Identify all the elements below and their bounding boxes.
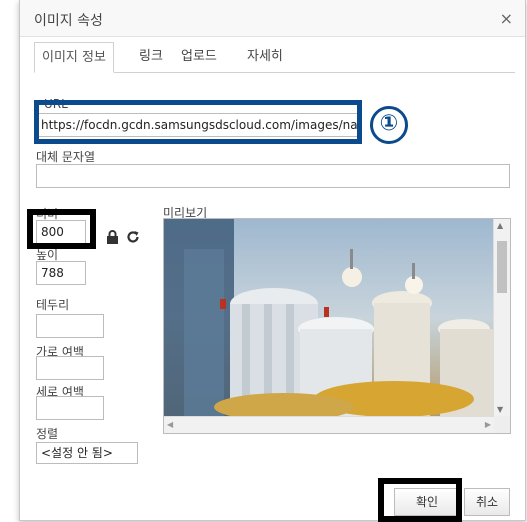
alt-text-label: 대체 문자열 <box>36 150 96 164</box>
image-preview: ▲ ▼ ◀ ▶ <box>163 218 511 434</box>
scroll-down-icon[interactable]: ▼ <box>497 405 503 414</box>
border-input[interactable] <box>36 314 104 338</box>
align-label: 정렬 <box>36 427 59 441</box>
reset-size-icon[interactable] <box>126 230 140 248</box>
close-icon[interactable]: × <box>500 9 513 28</box>
url-input[interactable]: https://focdn.gcdn.samsungsdscloud.com/i… <box>36 113 360 137</box>
preview-image <box>164 219 494 421</box>
align-select[interactable]: <설정 안 됨> <box>36 442 138 464</box>
tab-advanced[interactable]: 자세히 <box>240 42 290 71</box>
vertical-scroll-thumb[interactable] <box>497 241 507 293</box>
ok-button[interactable]: 확인 <box>394 488 460 516</box>
width-input[interactable]: 800 <box>36 220 86 244</box>
cancel-button[interactable]: 취소 <box>464 488 510 516</box>
scroll-left-icon[interactable]: ◀ <box>167 420 173 429</box>
lock-icon[interactable] <box>106 230 119 248</box>
tab-upload[interactable]: 업로드 <box>174 42 224 71</box>
tab-image-info[interactable]: 이미지 정보 <box>34 42 114 73</box>
scroll-up-icon[interactable]: ▲ <box>497 221 503 230</box>
border-label: 테두리 <box>36 298 70 312</box>
alt-text-input[interactable] <box>36 164 510 188</box>
annotation-marker-1: ① <box>370 106 408 144</box>
tab-link[interactable]: 링크 <box>132 42 170 71</box>
dialog-title: 이미지 속성 <box>34 13 103 29</box>
height-input[interactable]: 788 <box>36 261 86 285</box>
vspace-input[interactable] <box>36 396 104 420</box>
scroll-right-icon[interactable]: ▶ <box>485 420 491 429</box>
tab-bar: 이미지 정보 링크 업로드 자세히 <box>34 42 515 73</box>
preview-horizontal-scrollbar[interactable]: ◀ ▶ <box>164 416 494 433</box>
hspace-input[interactable] <box>36 356 104 380</box>
preview-vertical-scrollbar[interactable]: ▲ ▼ <box>493 219 510 416</box>
url-label: URL <box>44 97 68 111</box>
dialog-titlebar: 이미지 속성 × <box>20 0 525 37</box>
